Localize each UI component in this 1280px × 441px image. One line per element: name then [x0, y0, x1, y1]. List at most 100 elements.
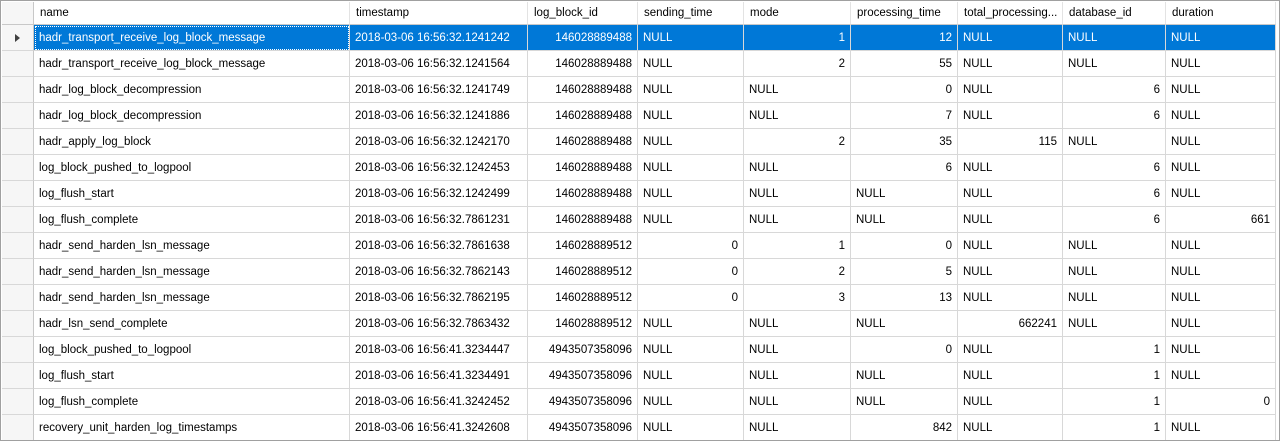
table-cell[interactable]: 146028889488 — [528, 207, 638, 233]
table-cell[interactable]: NULL — [1166, 415, 1276, 440]
table-cell[interactable]: NULL — [958, 415, 1063, 440]
table-cell[interactable]: 2018-03-06 16:56:32.1241242 — [350, 25, 528, 51]
table-cell[interactable]: 662241 — [958, 311, 1063, 337]
table-cell[interactable]: NULL — [958, 77, 1063, 103]
table-cell[interactable]: 55 — [851, 51, 958, 77]
table-cell[interactable]: NULL — [744, 363, 851, 389]
table-cell[interactable]: NULL — [1166, 363, 1276, 389]
table-cell[interactable]: hadr_log_block_decompression — [34, 77, 350, 103]
table-cell[interactable]: 2018-03-06 16:56:32.1241564 — [350, 51, 528, 77]
table-cell[interactable]: NULL — [958, 389, 1063, 415]
table-cell[interactable]: NULL — [958, 25, 1063, 51]
table-cell[interactable]: NULL — [638, 337, 744, 363]
table-cell[interactable]: 2018-03-06 16:56:41.3242608 — [350, 415, 528, 440]
table-cell[interactable]: log_flush_start — [34, 181, 350, 207]
row-header[interactable] — [2, 233, 34, 259]
table-cell[interactable]: NULL — [744, 155, 851, 181]
table-cell[interactable]: 146028889488 — [528, 155, 638, 181]
row-header[interactable] — [2, 285, 34, 311]
table-cell[interactable]: 1 — [1063, 363, 1166, 389]
table-cell[interactable]: hadr_apply_log_block — [34, 129, 350, 155]
table-cell[interactable]: NULL — [958, 337, 1063, 363]
table-cell[interactable]: NULL — [1063, 311, 1166, 337]
table-cell[interactable]: 1 — [1063, 389, 1166, 415]
row-header[interactable] — [2, 77, 34, 103]
row-header[interactable] — [2, 51, 34, 77]
table-cell[interactable]: 115 — [958, 129, 1063, 155]
column-header-name[interactable]: name — [34, 2, 350, 25]
table-cell[interactable]: NULL — [638, 363, 744, 389]
table-cell[interactable]: log_block_pushed_to_logpool — [34, 155, 350, 181]
table-cell[interactable]: 146028889512 — [528, 311, 638, 337]
column-header-mode[interactable]: mode — [744, 2, 851, 25]
row-header[interactable] — [2, 337, 34, 363]
row-header[interactable] — [2, 155, 34, 181]
table-cell[interactable]: NULL — [1063, 259, 1166, 285]
table-cell[interactable]: log_flush_complete — [34, 389, 350, 415]
table-cell[interactable]: NULL — [1166, 181, 1276, 207]
table-cell[interactable]: NULL — [851, 181, 958, 207]
table-cell[interactable]: NULL — [638, 129, 744, 155]
table-cell[interactable]: NULL — [1166, 51, 1276, 77]
row-header[interactable] — [2, 103, 34, 129]
results-grid[interactable]: name timestamp log_block_id sending_time mod… — [2, 2, 1276, 440]
table-cell[interactable]: 146028889488 — [528, 129, 638, 155]
table-cell[interactable]: NULL — [744, 103, 851, 129]
column-header-total-processing[interactable]: total_processing... — [958, 2, 1063, 25]
table-cell[interactable]: 0 — [851, 337, 958, 363]
table-cell[interactable]: hadr_send_harden_lsn_message — [34, 233, 350, 259]
table-cell[interactable]: hadr_send_harden_lsn_message — [34, 285, 350, 311]
table-cell[interactable]: NULL — [744, 311, 851, 337]
table-cell[interactable]: 6 — [1063, 103, 1166, 129]
table-cell[interactable]: 2 — [744, 51, 851, 77]
table-cell[interactable]: 0 — [638, 259, 744, 285]
table-cell[interactable]: NULL — [638, 389, 744, 415]
table-cell[interactable]: NULL — [1063, 25, 1166, 51]
table-cell[interactable]: recovery_unit_harden_log_timestamps — [34, 415, 350, 440]
row-header[interactable] — [2, 25, 34, 51]
row-header[interactable] — [2, 415, 34, 440]
table-cell[interactable]: 2018-03-06 16:56:32.1242170 — [350, 129, 528, 155]
table-cell[interactable]: 2 — [744, 129, 851, 155]
table-cell[interactable]: 0 — [638, 285, 744, 311]
row-header[interactable] — [2, 363, 34, 389]
table-cell[interactable]: 2018-03-06 16:56:32.1241886 — [350, 103, 528, 129]
column-header-sending-time[interactable]: sending_time — [638, 2, 744, 25]
table-cell[interactable]: 1 — [744, 233, 851, 259]
table-cell[interactable]: NULL — [1166, 155, 1276, 181]
table-cell[interactable]: hadr_transport_receive_log_block_message — [34, 51, 350, 77]
table-cell[interactable]: NULL — [958, 259, 1063, 285]
table-cell[interactable]: 6 — [1063, 207, 1166, 233]
table-cell[interactable]: 2018-03-06 16:56:41.3242452 — [350, 389, 528, 415]
table-cell[interactable]: 0 — [638, 233, 744, 259]
table-cell[interactable]: NULL — [1166, 77, 1276, 103]
row-header[interactable] — [2, 259, 34, 285]
table-cell[interactable]: NULL — [638, 25, 744, 51]
table-cell[interactable]: NULL — [851, 389, 958, 415]
row-header[interactable] — [2, 389, 34, 415]
row-header[interactable] — [2, 181, 34, 207]
table-cell[interactable]: 146028889512 — [528, 233, 638, 259]
table-cell[interactable]: NULL — [958, 51, 1063, 77]
table-cell[interactable]: 146028889488 — [528, 51, 638, 77]
table-cell[interactable]: NULL — [851, 363, 958, 389]
table-cell[interactable]: NULL — [958, 363, 1063, 389]
table-cell[interactable]: hadr_send_harden_lsn_message — [34, 259, 350, 285]
table-cell[interactable]: NULL — [1166, 285, 1276, 311]
table-cell[interactable]: 4943507358096 — [528, 389, 638, 415]
table-cell[interactable]: hadr_lsn_send_complete — [34, 311, 350, 337]
table-cell[interactable]: NULL — [1166, 259, 1276, 285]
table-cell[interactable]: NULL — [1166, 25, 1276, 51]
table-cell[interactable]: NULL — [744, 181, 851, 207]
table-cell[interactable]: 1 — [1063, 415, 1166, 440]
table-cell[interactable]: hadr_transport_receive_log_block_message — [34, 25, 350, 51]
table-cell[interactable]: 146028889512 — [528, 259, 638, 285]
table-cell[interactable]: 146028889488 — [528, 25, 638, 51]
table-cell[interactable]: NULL — [1063, 129, 1166, 155]
table-cell[interactable]: 5 — [851, 259, 958, 285]
table-cell[interactable]: NULL — [851, 311, 958, 337]
row-header[interactable] — [2, 311, 34, 337]
table-cell[interactable]: log_flush_start — [34, 363, 350, 389]
table-cell[interactable]: 6 — [851, 155, 958, 181]
table-cell[interactable]: 0 — [851, 233, 958, 259]
